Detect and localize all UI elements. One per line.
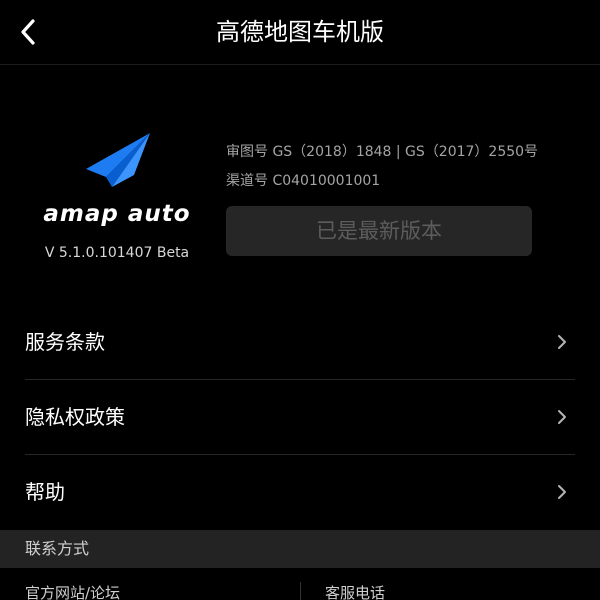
app-brand-name: amap auto (43, 201, 191, 227)
menu-item-label: 帮助 (25, 480, 65, 504)
chevron-right-icon (558, 485, 566, 499)
chevron-right-icon (558, 335, 566, 349)
update-status-button[interactable]: 已是最新版本 (226, 206, 532, 256)
paper-plane-icon (86, 133, 150, 187)
menu-item-privacy-policy[interactable]: 隐私权政策 (25, 380, 575, 455)
about-screen: 高德地图车机版 amap auto V 5.1.0.101407 Beta 审图… (0, 0, 600, 600)
section-title: 联系方式 (25, 539, 90, 558)
channel-number: 渠道号 C04010001001 (226, 173, 381, 189)
top-bar: 高德地图车机版 (0, 0, 600, 65)
menu-item-label: 服务条款 (25, 330, 105, 354)
map-approval-number: 审图号 GS（2018）1848 | GS（2017）2550号 (226, 144, 539, 160)
menu-item-terms-of-service[interactable]: 服务条款 (25, 305, 575, 380)
app-info-section: amap auto V 5.1.0.101407 Beta 审图号 GS（201… (0, 65, 600, 305)
settings-menu: 服务条款 隐私权政策 帮助 (0, 305, 600, 529)
divider (300, 582, 301, 600)
chevron-left-icon (21, 19, 35, 45)
app-version: V 5.1.0.101407 Beta (44, 245, 190, 261)
contact-row: 官方网站/论坛 客服电话 (0, 568, 600, 600)
menu-item-help[interactable]: 帮助 (25, 455, 575, 529)
chevron-right-icon (558, 410, 566, 424)
contact-section-header: 联系方式 (0, 530, 600, 568)
website-forum-link[interactable]: 官方网站/论坛 (25, 582, 120, 600)
page-title: 高德地图车机版 (216, 18, 384, 46)
menu-item-label: 隐私权政策 (25, 405, 125, 429)
customer-service-phone[interactable]: 客服电话 (325, 582, 385, 600)
back-button[interactable] (20, 10, 64, 54)
